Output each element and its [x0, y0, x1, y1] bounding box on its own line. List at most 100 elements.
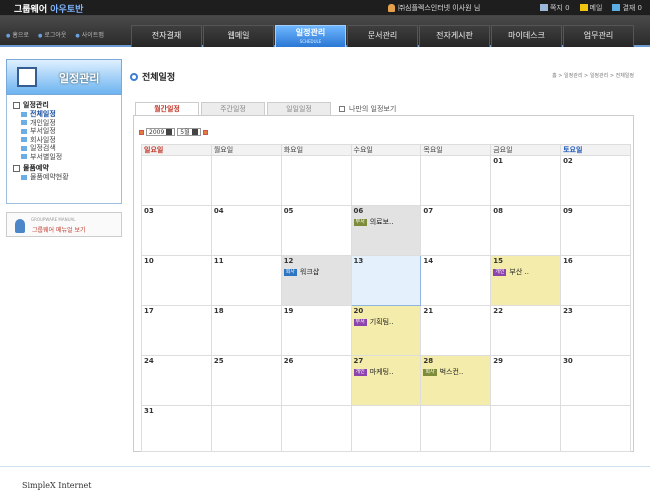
day-cell[interactable]: 06 부서 의료보.. [350, 205, 422, 256]
day-cell[interactable]: 14 [420, 255, 492, 306]
day-cell[interactable]: 22 [490, 305, 562, 356]
sidebar-item[interactable]: 개인일정 [21, 119, 116, 128]
day-cell[interactable]: 11 [210, 255, 282, 306]
day-cell[interactable] [280, 155, 352, 206]
checkbox[interactable] [339, 105, 345, 112]
day-cell[interactable]: 05 [280, 205, 352, 256]
day-cell[interactable]: 07 [420, 205, 492, 256]
day-cell[interactable] [210, 155, 282, 206]
menu-item[interactable]: 업무관리 [563, 25, 634, 47]
day-cell[interactable]: 21 [420, 305, 492, 356]
dropdown-icon [166, 129, 173, 135]
day-cell[interactable]: 08 [490, 205, 562, 256]
day-cell[interactable]: 04 [210, 205, 282, 256]
day-cell[interactable] [350, 405, 422, 452]
day-cell[interactable]: 03 [141, 205, 212, 256]
day-cell[interactable] [141, 155, 212, 206]
day-cell[interactable]: 31 [141, 405, 212, 452]
sidebar-item[interactable]: 물품예약현황 [21, 173, 116, 182]
manual-banner[interactable]: GROUPWARE MANUAL 그룹웨어 메뉴얼 보기 [6, 212, 122, 237]
sidebar-group-label: 일정관리 [23, 101, 49, 109]
sidebar-group[interactable]: 일정관리 [13, 100, 116, 110]
day-number: 08 [493, 207, 503, 215]
day-cell[interactable]: 02 [560, 155, 631, 206]
tab-1[interactable]: 주간일정 [201, 102, 265, 115]
utility-link[interactable]: 홈으로 [6, 30, 29, 39]
menu-item[interactable]: 전자결재 [131, 25, 202, 47]
tab-bar: 월간일정 주간일정 일일일정 나만의 일정보기 [135, 102, 396, 115]
person-icon [15, 219, 25, 233]
week-row: 24 25 26 27 개인 마케팅.. 28 회사 벅스컨.. 29 30 [141, 355, 631, 406]
footer-brand: SimpleX Internet [22, 481, 92, 490]
day-number: 30 [563, 357, 573, 365]
day-cell[interactable]: 12 회사 워크샵 [280, 255, 352, 306]
day-number: 07 [423, 207, 434, 215]
tab-0[interactable]: 월간일정 [135, 102, 199, 115]
day-cell[interactable]: 23 [560, 305, 631, 356]
day-cell[interactable]: 15 개인 부산 .. [490, 255, 562, 306]
event[interactable]: 부서 기획팀.. [353, 317, 419, 327]
day-cell[interactable]: 27 개인 마케팅.. [350, 355, 422, 406]
day-cell[interactable]: 26 [280, 355, 352, 406]
day-cell[interactable]: 01 [490, 155, 562, 206]
sidebar-item[interactable]: 부서일정 [21, 127, 116, 136]
day-cell[interactable]: 20 부서 기획팀.. [350, 305, 422, 356]
next-month-icon[interactable] [202, 129, 208, 135]
event[interactable]: 회사 워크샵 [283, 267, 349, 277]
menu-item[interactable]: 마이데스크 [491, 25, 562, 47]
event[interactable]: 부서 의료보.. [353, 217, 419, 227]
day-cell[interactable]: 10 [141, 255, 212, 306]
logo[interactable]: 그룹웨어 아우토반 [14, 2, 83, 15]
utility-link[interactable]: 사이트맵 [75, 30, 104, 39]
year-select[interactable]: 2009 [146, 128, 176, 136]
day-cell[interactable] [350, 155, 422, 206]
top-link[interactable]: 결재 0 [612, 3, 642, 13]
day-cell[interactable]: 18 [210, 305, 282, 356]
day-cell[interactable] [420, 405, 492, 452]
day-cell[interactable] [210, 405, 282, 452]
event[interactable]: 개인 부산 .. [493, 267, 558, 277]
tab-2[interactable]: 일일일정 [267, 102, 331, 115]
day-cell[interactable] [280, 405, 352, 452]
only-mine-toggle[interactable]: 나만의 일정보기 [339, 102, 396, 115]
menu-item[interactable]: 전자게시판 [419, 25, 490, 47]
sidebar-group[interactable]: 물품예약 [13, 163, 116, 173]
menu-item[interactable]: 웹메일 [203, 25, 274, 47]
day-cell[interactable]: 25 [210, 355, 282, 406]
day-cell[interactable]: 17 [141, 305, 212, 356]
sidebar-item[interactable]: 부서별일정 [21, 153, 116, 162]
event[interactable]: 회사 벅스컨.. [423, 367, 488, 377]
breadcrumb: 홈 > 일정관리 > 일정관리 > 전체일정 [552, 73, 634, 79]
day-cell[interactable]: 24 [141, 355, 212, 406]
utility-links: 홈으로 로그아웃 사이트맵 [6, 30, 104, 39]
day-cell[interactable]: 29 [490, 355, 562, 406]
day-cell[interactable]: 30 [560, 355, 631, 406]
utility-link[interactable]: 로그아웃 [38, 30, 66, 39]
weekday-header: 수요일 [350, 144, 422, 156]
month-select[interactable]: 5월 [177, 128, 201, 136]
day-cell[interactable]: 13 [350, 255, 422, 306]
day-cell[interactable]: 16 [560, 255, 631, 306]
sidebar-item[interactable]: 전체일정 [21, 110, 116, 119]
circle-icon [130, 72, 138, 81]
sidebar-item[interactable]: 일정검색 [21, 144, 116, 153]
top-link[interactable]: 메일 [579, 3, 602, 13]
day-cell[interactable]: 19 [280, 305, 352, 356]
day-cell[interactable] [420, 155, 492, 206]
menu-item[interactable]: 문서관리 [347, 25, 418, 47]
day-cell[interactable] [490, 405, 562, 452]
day-cell[interactable]: 09 [560, 205, 631, 256]
sidebar-item[interactable]: 회사일정 [21, 136, 116, 145]
prev-month-icon[interactable] [139, 129, 144, 135]
sidebar: 일정관리 일정관리 전체일정 개인일정 부서일정 회사일정 일정검색 부서별일정 물품예약 물품… [6, 59, 122, 237]
sidebar-item-label: 회사일정 [30, 135, 56, 144]
event-title: 벅스컨.. [439, 368, 464, 376]
day-cell[interactable]: 28 회사 벅스컨.. [420, 355, 492, 406]
event[interactable]: 개인 마케팅.. [353, 367, 419, 377]
top-link[interactable]: 쪽지 0 [539, 3, 570, 13]
event-tag: 회사 [423, 368, 437, 376]
day-cell[interactable] [560, 405, 631, 452]
day-number: 26 [283, 357, 294, 365]
menu-item[interactable]: 일정관리 SCHEDULE [275, 25, 346, 47]
folder-icon [21, 145, 27, 151]
